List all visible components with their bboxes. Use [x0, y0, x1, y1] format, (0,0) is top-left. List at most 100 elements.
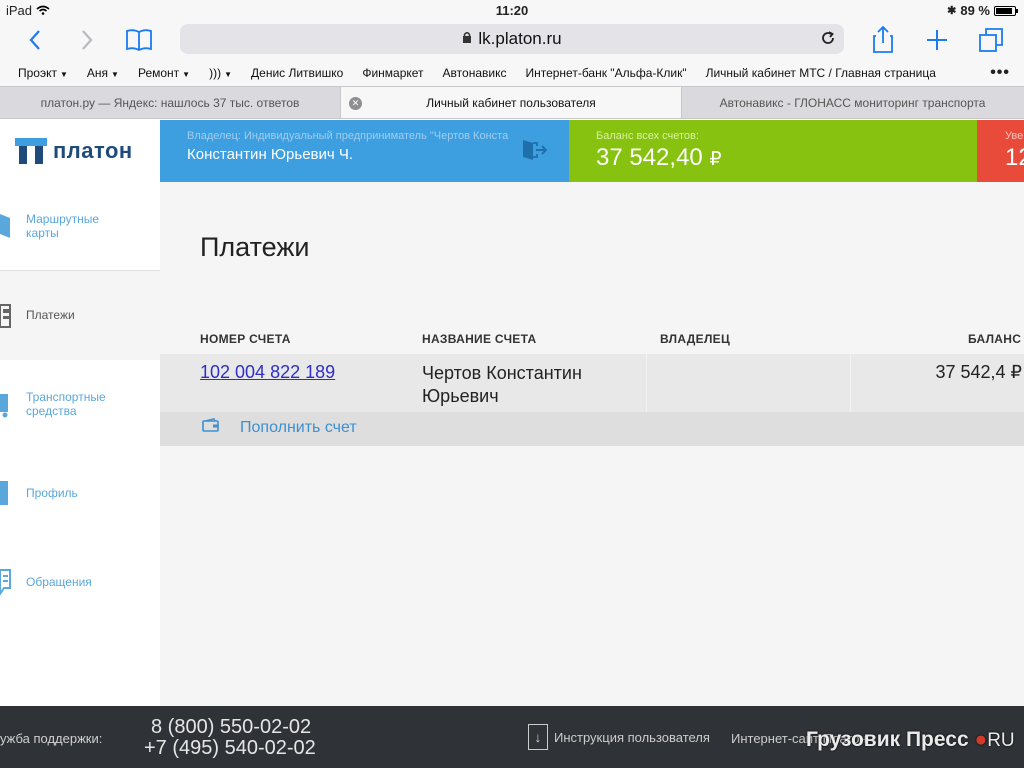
tab-avtonaviks[interactable]: Автонавикс - ГЛОНАСС мониторинг транспор… [682, 87, 1023, 118]
tabs-overview-icon[interactable] [974, 24, 1008, 56]
sidebar-item-label: Маршрутные карты [26, 212, 100, 240]
bookmark-label: Аня [86, 66, 109, 80]
sidebar-item-label: Транспортные средства [26, 390, 106, 418]
account-number-link[interactable]: 102 004 822 189 [200, 362, 335, 383]
owner-name: Константин Юрьевич Ч. [187, 146, 354, 163]
balance-label: Баланс всех счетов: [596, 130, 699, 142]
notifications-count: 12 [1005, 144, 1024, 171]
web-page: платон Владелец: Индивидуальный предприн… [0, 120, 1024, 768]
tab-yandex[interactable]: платон.ру — Яндекс: нашлось 37 тыс. отве… [0, 87, 341, 118]
sidebar-item-vehicles[interactable]: Транспортные средства [0, 360, 160, 449]
sidebar: Маршрутные карты Платежи Транспортные ср… [0, 182, 160, 706]
column-header-account-number: НОМЕР СЧЕТА [200, 332, 291, 346]
logo[interactable]: платон [0, 120, 160, 182]
bookmark-item[interactable]: ))) ▼ [209, 66, 232, 80]
back-icon[interactable] [18, 24, 52, 56]
download-icon: ↓ [528, 724, 548, 750]
vehicle-icon [0, 390, 12, 421]
sidebar-item-label: Обращения [26, 575, 92, 589]
table-row-actions: Пополнить счет [160, 412, 1024, 446]
cell-divider [646, 354, 647, 412]
more-bookmarks-icon[interactable]: ••• [990, 64, 1010, 82]
watermark: Грузовик Пресс ●RU [806, 728, 1015, 751]
bookmark-label: Интернет-банк "Альфа-Клик" [525, 66, 687, 80]
chevron-down-icon: ▼ [224, 70, 233, 79]
lock-icon [462, 29, 472, 49]
sidebar-item-profile[interactable]: Профиль [0, 449, 160, 538]
chevron-down-icon: ▼ [111, 70, 119, 79]
url-text: lk.platon.ru [478, 29, 562, 48]
top-up-label: Пополнить счет [240, 418, 357, 436]
page-title: Платежи [200, 232, 310, 262]
tab-label: Личный кабинет пользователя [426, 95, 596, 110]
route-card-icon [0, 212, 12, 243]
bookmark-item[interactable]: Интернет-банк "Альфа-Клик" [525, 66, 686, 80]
tab-cabinet[interactable]: ✕ Личный кабинет пользователя [341, 87, 682, 118]
bookmark-item[interactable]: Личный кабинет МТС / Главная страница [706, 66, 936, 80]
bookmark-label: ))) [209, 66, 222, 80]
sidebar-item-label: Платежи [26, 308, 75, 322]
bookmark-item[interactable]: Финмаркет [362, 66, 423, 80]
reload-icon[interactable] [820, 30, 836, 51]
forward-icon[interactable] [70, 24, 104, 56]
logout-icon[interactable] [521, 138, 548, 167]
sidebar-item-requests[interactable]: Обращения [0, 538, 160, 627]
owner-panel: Владелец: Индивидуальный предприниматель… [160, 120, 569, 182]
browser-toolbar: lk.platon.ru [0, 22, 1024, 60]
account-balance: 37 542,4 ₽ [935, 362, 1022, 382]
requests-icon [0, 568, 12, 599]
bookmark-item[interactable]: Автонавикс [443, 66, 507, 80]
column-header-account-name: НАЗВАНИЕ СЧЕТА [422, 332, 537, 346]
bookmark-item[interactable]: Денис Литвишко [251, 66, 343, 80]
owner-label: Владелец: Индивидуальный предприниматель… [187, 130, 509, 142]
bookmark-item[interactable]: Ремонт ▼ [138, 66, 190, 80]
share-icon[interactable] [866, 24, 900, 56]
bookmark-label: Финмаркет [362, 66, 424, 80]
clock: 11:20 [495, 3, 529, 18]
address-bar[interactable]: lk.platon.ru [180, 24, 844, 54]
bookmarks-bar: Проэкт ▼ Аня ▼ Ремонт ▼))) ▼ Денис Литвишко Финм… [0, 60, 1024, 86]
main-content: Платежи НОМЕР СЧЕТА НАЗВАНИЕ СЧЕТА ВЛАДЕ… [160, 182, 1024, 706]
sidebar-item-label: Профиль [26, 486, 78, 500]
profile-icon [0, 479, 12, 510]
sidebar-item-route-cards[interactable]: Маршрутные карты [0, 182, 160, 271]
wallet-icon [202, 417, 220, 437]
bookmark-label: Проэкт [18, 66, 57, 80]
status-bar: iPad 11:20 ✱ 89 % [0, 0, 1024, 22]
battery-icon [994, 5, 1018, 16]
chevron-down-icon: ▼ [182, 70, 191, 79]
column-header-balance: БАЛАНС [968, 332, 1022, 346]
payments-icon [0, 301, 12, 332]
new-tab-icon[interactable] [920, 24, 954, 56]
bookmark-label: Автонавикс [442, 66, 507, 80]
sidebar-item-payments[interactable]: Платежи [0, 271, 160, 360]
bookmark-item[interactable]: Аня ▼ [87, 66, 119, 80]
watermark-tld: RU [987, 730, 1015, 751]
chevron-down-icon: ▼ [59, 70, 68, 79]
balance-value: 37 542,40 [596, 144, 703, 171]
user-manual-label: Инструкция пользователя [554, 729, 710, 745]
support-phone-2[interactable]: +7 (495) 540-02-02 [144, 737, 316, 760]
bookmark-label: Ремонт [137, 66, 180, 80]
account-name: Чертов Константин Юрьевич [422, 363, 582, 406]
support-label: ужба поддержки: [0, 731, 103, 746]
top-up-button[interactable]: Пополнить счет [202, 417, 357, 437]
bookmark-label: Личный кабинет МТС / Главная страница [705, 66, 936, 80]
notifications-label: Уве [1005, 130, 1024, 142]
bookmark-item[interactable]: Проэкт ▼ [18, 66, 68, 80]
footer: ужба поддержки: 8 (800) 550-02-02 +7 (49… [0, 706, 1024, 768]
watermark-text: Грузовик Пресс [806, 728, 969, 751]
support-phone-1[interactable]: 8 (800) 550-02-02 [151, 716, 311, 739]
notifications-panel[interactable]: Уве 12 [977, 120, 1024, 182]
user-manual-link[interactable]: ↓ Инструкция пользователя [528, 724, 710, 750]
tab-label: платон.ру — Яндекс: нашлось 37 тыс. отве… [40, 95, 300, 110]
bookmarks-icon[interactable] [122, 24, 156, 56]
table-row: 102 004 822 189 Чертов Константин Юрьеви… [160, 354, 1024, 412]
currency-sign: ₽ [709, 149, 722, 170]
column-header-owner: ВЛАДЕЛЕЦ [660, 332, 731, 346]
platon-logo-icon [15, 138, 47, 164]
close-tab-icon[interactable]: ✕ [349, 97, 362, 110]
bookmark-label: Денис Литвишко [251, 66, 344, 80]
tab-label: Автонавикс - ГЛОНАСС мониторинг транспор… [719, 95, 986, 110]
tab-bar: платон.ру — Яндекс: нашлось 37 тыс. отве… [0, 86, 1024, 119]
